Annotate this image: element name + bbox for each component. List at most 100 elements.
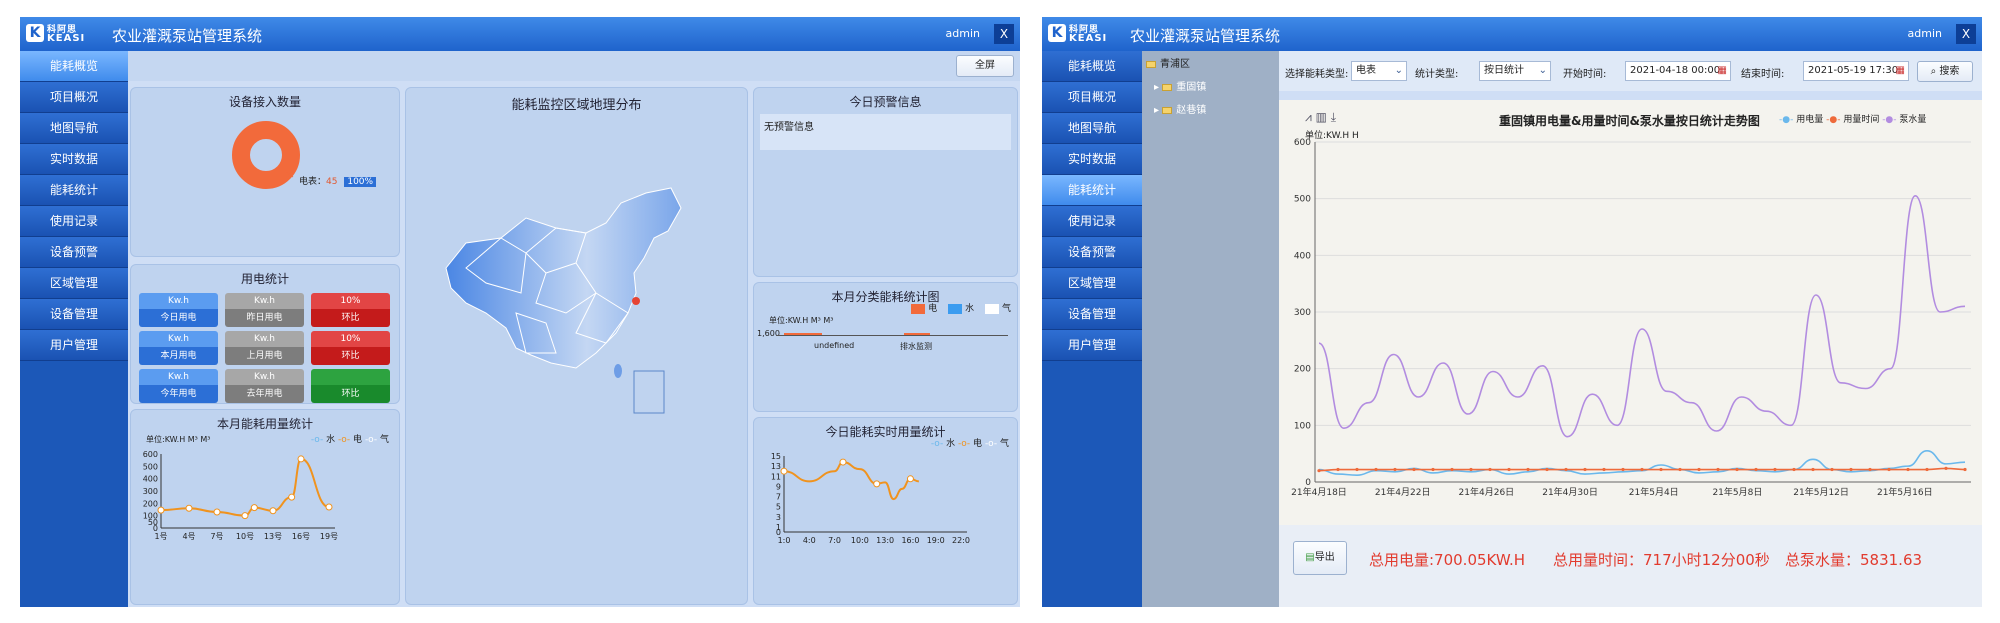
data-point bbox=[1849, 467, 1853, 472]
query-screen: K 科阿思 KEASI 农业灌溉泵站管理系统 admin X 能耗概览 项目概况… bbox=[1042, 17, 1982, 607]
end-date-input[interactable]: 2021-05-19 17:30 ▦ bbox=[1803, 61, 1909, 81]
data-point bbox=[1583, 467, 1587, 472]
power-stat-value: Kw.h bbox=[225, 293, 304, 309]
data-point bbox=[288, 493, 296, 501]
folder-icon bbox=[1146, 60, 1156, 68]
legend-label[interactable]: 用量时间 bbox=[1843, 115, 1879, 125]
legend-label[interactable]: 泵水量 bbox=[1899, 115, 1926, 125]
nav-item-records[interactable]: 使用记录 bbox=[1042, 206, 1142, 237]
trend-legend: -●- 用电量 -●- 用量时间 -●- 泵水量 bbox=[1779, 112, 1926, 125]
alarm-empty-text: 无预警信息 bbox=[764, 122, 814, 133]
start-date-input[interactable]: 2021-04-18 00:00 ▦ bbox=[1625, 61, 1731, 81]
nav-item-overview[interactable]: 能耗概览 bbox=[20, 51, 128, 82]
nav-item-stats[interactable]: 能耗统计 bbox=[1042, 175, 1142, 206]
search-label: 搜索 bbox=[1939, 66, 1960, 77]
nav-item-realtime[interactable]: 实时数据 bbox=[1042, 144, 1142, 175]
bar-chart-icon[interactable]: ▥ bbox=[1316, 110, 1327, 124]
cat-legend-gas: 气 bbox=[1001, 304, 1011, 314]
nav-item-records[interactable]: 使用记录 bbox=[20, 206, 128, 237]
nav-item-device[interactable]: 设备管理 bbox=[20, 299, 128, 330]
close-button[interactable]: X bbox=[994, 24, 1014, 44]
y-tick-label: 600 bbox=[1294, 138, 1311, 148]
export-button[interactable]: ▤导出 bbox=[1293, 541, 1347, 575]
y-tick-label: 9 bbox=[776, 482, 781, 491]
data-point bbox=[1412, 467, 1416, 472]
tree-node[interactable]: ▸ 重固镇 bbox=[1142, 74, 1279, 97]
y-tick-label: 400 bbox=[143, 475, 158, 484]
line-chart-icon[interactable]: ⩘ bbox=[1305, 110, 1312, 124]
y-tick-label: 100 bbox=[1294, 421, 1311, 431]
legend-label[interactable]: 用电量 bbox=[1796, 115, 1823, 125]
total-time-stat: 总用量时间：717小时12分00秒 bbox=[1553, 551, 1770, 569]
nav-item-user[interactable]: 用户管理 bbox=[1042, 330, 1142, 361]
nav-item-project[interactable]: 项目概况 bbox=[20, 82, 128, 113]
top-bar: K 科阿思 KEASI 农业灌溉泵站管理系统 admin X bbox=[1042, 17, 1982, 51]
data-point bbox=[839, 458, 847, 466]
logo-mark-icon: K bbox=[26, 24, 44, 42]
x-tick-label: 22:0 bbox=[952, 536, 970, 545]
data-point bbox=[157, 506, 165, 514]
legend-marker-icon: -●- bbox=[1823, 115, 1844, 125]
close-button[interactable]: X bbox=[1956, 24, 1976, 44]
data-point bbox=[297, 455, 305, 463]
power-stat-value: 10% bbox=[311, 293, 390, 309]
y-tick-label: 15 bbox=[771, 452, 781, 461]
data-point bbox=[1944, 466, 1948, 470]
user-name[interactable]: admin bbox=[1908, 27, 1942, 40]
y-tick-label: 7 bbox=[776, 493, 781, 502]
nav-item-stats[interactable]: 能耗统计 bbox=[20, 175, 128, 206]
tree-node[interactable]: ▸ 赵巷镇 bbox=[1142, 97, 1279, 120]
data-point bbox=[1507, 467, 1511, 472]
china-map[interactable] bbox=[406, 183, 749, 483]
start-date-value: 2021-04-18 00:00 bbox=[1630, 65, 1721, 76]
download-icon[interactable]: ⤓ bbox=[1331, 110, 1336, 124]
power-stat-label: 昨日用电 bbox=[225, 309, 304, 327]
alarm-list: 无预警信息 bbox=[760, 114, 1011, 150]
nav-item-map[interactable]: 地图导航 bbox=[1042, 113, 1142, 144]
trend-chart-box: ⩘ ▥ ⤓ 重固镇用电量&用量时间&泵水量按日统计走势图 -●- 用电量 -●-… bbox=[1279, 100, 1982, 525]
calendar-icon[interactable]: ▦ bbox=[1896, 62, 1905, 80]
cat-legend-water: 水 bbox=[965, 304, 975, 314]
nav-item-project[interactable]: 项目概况 bbox=[1042, 82, 1142, 113]
trend-chart-title: 重固镇用电量&用量时间&泵水量按日统计走势图 bbox=[1499, 114, 1760, 128]
nav-item-overview[interactable]: 能耗概览 bbox=[1042, 51, 1142, 82]
meter-pct-badge: 100% bbox=[344, 177, 377, 187]
nav-item-alarm[interactable]: 设备预警 bbox=[20, 237, 128, 268]
map-mainland[interactable] bbox=[445, 187, 682, 369]
data-point bbox=[241, 512, 249, 520]
power-stat-value: Kw.h bbox=[225, 369, 304, 385]
chart-toolbox: ⩘ ▥ ⤓ bbox=[1305, 110, 1336, 125]
type-select[interactable]: 电表 ⌄ bbox=[1351, 61, 1407, 81]
y-tick-label: 200 bbox=[1294, 365, 1311, 375]
type-select-value: 电表 bbox=[1356, 65, 1376, 76]
power-stat-cell: Kw.h 去年用电 bbox=[225, 369, 304, 403]
nav-item-realtime[interactable]: 实时数据 bbox=[20, 144, 128, 175]
nav-item-alarm[interactable]: 设备预警 bbox=[1042, 237, 1142, 268]
x-tick-label: 21年5月12日 bbox=[1793, 486, 1849, 498]
dashboard-screen: K 科阿思 KEASI 农业灌溉泵站管理系统 admin X 能耗概览 项目概况… bbox=[20, 17, 1020, 607]
x-tick-label: 10:0 bbox=[851, 536, 869, 545]
data-point bbox=[1678, 467, 1682, 472]
x-tick-label: 1号 bbox=[154, 532, 167, 541]
power-stat-cell: Kw.h 本月用电 bbox=[139, 331, 218, 365]
nav-item-region[interactable]: 区域管理 bbox=[20, 268, 128, 299]
calendar-icon[interactable]: ▦ bbox=[1718, 62, 1727, 80]
x-tick-label: 4号 bbox=[182, 532, 195, 541]
nav-item-user[interactable]: 用户管理 bbox=[20, 330, 128, 361]
stat-select[interactable]: 按日统计 ⌄ bbox=[1479, 61, 1551, 81]
y-tick-label: 600 bbox=[143, 450, 158, 459]
nav-item-device[interactable]: 设备管理 bbox=[1042, 299, 1142, 330]
fullscreen-button[interactable]: 全屏 bbox=[956, 55, 1014, 77]
search-button[interactable]: ⌕ 搜索 bbox=[1917, 61, 1973, 82]
tree-root[interactable]: 青浦区 bbox=[1142, 51, 1279, 74]
user-name[interactable]: admin bbox=[946, 27, 980, 40]
company-logo: K 科阿思 KEASI bbox=[1048, 22, 1106, 46]
month-usage-panel: 本月能耗用量统计 单位:KW.H M³ M³ -o- 水 -o- 电 -o- 气… bbox=[130, 409, 400, 605]
top-bar: K 科阿思 KEASI 农业灌溉泵站管理系统 admin X bbox=[20, 17, 1020, 51]
power-stat-value: Kw.h bbox=[139, 293, 218, 309]
site-marker-icon[interactable] bbox=[632, 297, 640, 305]
nav-item-map[interactable]: 地图导航 bbox=[20, 113, 128, 144]
nav-item-region[interactable]: 区域管理 bbox=[1042, 268, 1142, 299]
x-tick-label: 21年5月8日 bbox=[1712, 486, 1762, 498]
data-point bbox=[1317, 469, 1321, 473]
